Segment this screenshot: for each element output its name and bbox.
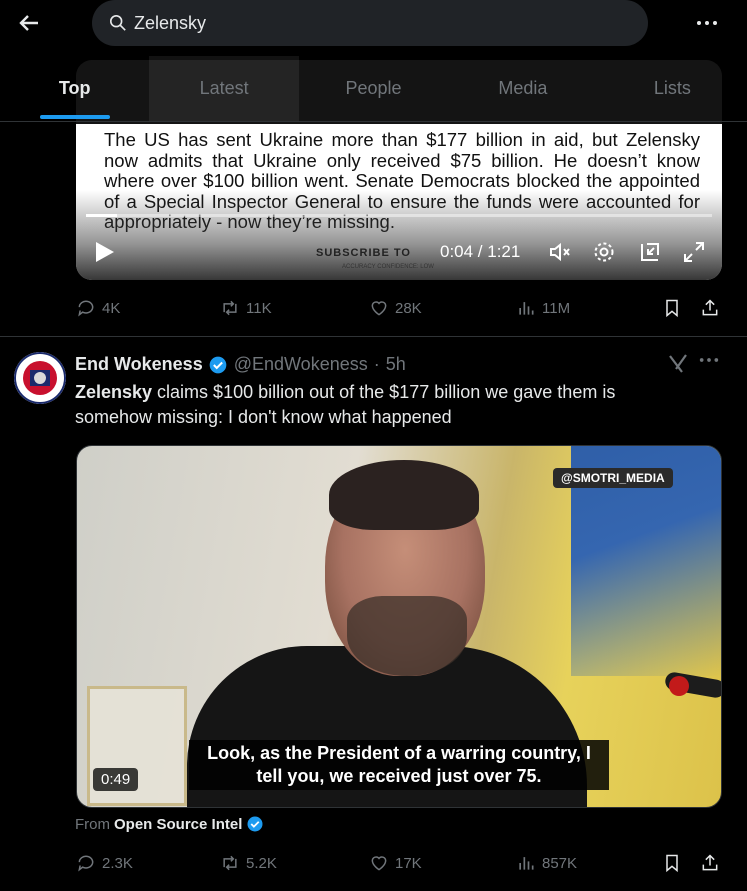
search-query-text: Zelensky: [134, 12, 207, 33]
tab-media-label: Media: [498, 78, 548, 98]
microphone-tip: [669, 676, 689, 696]
tab-lists-label: Lists: [653, 78, 691, 98]
bookmark-button[interactable]: [662, 298, 682, 318]
views-button[interactable]: 857K: [516, 853, 577, 873]
tweet-time[interactable]: 5h: [386, 354, 406, 375]
back-arrow-icon[interactable]: [14, 8, 44, 38]
video-confidence-text: ACCURACY CONFIDENCE: LOW: [342, 264, 434, 270]
tweet-divider: [0, 336, 747, 337]
bookmark-icon: [666, 299, 678, 318]
like-count: 17K: [395, 854, 422, 872]
verified-badge-icon: [209, 356, 227, 373]
active-tab-indicator: [39, 115, 110, 119]
avatar[interactable]: [14, 352, 66, 404]
reply-count: 2.3K: [102, 854, 133, 872]
video-watermark: @SMOTRI_MEDIA: [553, 468, 673, 488]
source-account-link[interactable]: Open Source Intel: [114, 816, 242, 833]
fullscreen-icon[interactable]: [682, 240, 706, 264]
reply-icon: [78, 300, 94, 317]
author-name[interactable]: End Wokeness: [75, 354, 203, 375]
reply-icon: [78, 855, 94, 872]
from-label: From: [75, 815, 110, 833]
tweet2-video[interactable]: @SMOTRI_MEDIA Look, as the President of …: [76, 445, 722, 808]
search-header: Zelensky Top Latest People Media Lists: [0, 0, 747, 124]
grok-icon[interactable]: [666, 352, 690, 376]
settings-gear-icon[interactable]: [592, 240, 616, 264]
more-options-icon[interactable]: [690, 8, 724, 38]
tweet-text-highlight: Zelensky: [75, 382, 153, 402]
views-button[interactable]: 11M: [516, 298, 570, 318]
person-beard: [347, 596, 467, 676]
tab-people-label: People: [345, 78, 402, 98]
author-handle[interactable]: @EndWokeness: [234, 354, 368, 375]
heart-icon: [371, 856, 387, 871]
tab-media[interactable]: Media: [448, 56, 597, 121]
views-count: 857K: [542, 854, 578, 872]
tab-latest-label: Latest: [199, 78, 249, 98]
tab-latest[interactable]: Latest: [149, 56, 299, 121]
reply-button[interactable]: 4K: [76, 298, 120, 318]
tweet-text-body: claims $100 billion out of the $177 bill…: [75, 382, 616, 427]
video-duration: 0:49: [93, 768, 139, 791]
share-icon: [702, 299, 718, 316]
repost-icon: [223, 300, 237, 316]
tab-top-label: Top: [58, 78, 91, 98]
reply-button[interactable]: 2.3K: [76, 853, 133, 873]
repost-count: 5.2K: [246, 854, 277, 872]
video-subtitle: Look, as the President of a warring coun…: [189, 740, 609, 790]
search-tabs: Top Latest People Media Lists: [0, 56, 747, 122]
tab-people[interactable]: People: [299, 56, 448, 121]
views-count: 11M: [542, 299, 571, 317]
share-icon: [702, 854, 718, 871]
repost-count: 11K: [246, 299, 272, 317]
views-chart-icon: [519, 302, 534, 315]
like-button[interactable]: 28K: [369, 298, 422, 318]
repost-button[interactable]: 5.2K: [220, 853, 277, 873]
separator-dot: ·: [373, 354, 380, 374]
bookmark-button[interactable]: [662, 853, 682, 873]
video-progress-bar[interactable]: [86, 214, 712, 217]
tweet1-actions: 4K 11K 28K 11M: [76, 293, 726, 323]
tweet2-header: End Wokeness @EndWokeness · 5h: [75, 354, 406, 375]
search-input[interactable]: Zelensky: [92, 0, 648, 46]
bookmark-icon: [666, 854, 678, 873]
search-icon: [108, 13, 128, 33]
more-options-icon[interactable]: [698, 352, 724, 376]
repost-button[interactable]: 11K: [220, 298, 272, 318]
like-button[interactable]: 17K: [369, 853, 422, 873]
share-button[interactable]: [700, 298, 720, 318]
reply-count: 4K: [102, 299, 121, 317]
heart-icon: [371, 301, 387, 316]
tab-top[interactable]: Top: [0, 56, 149, 121]
tab-lists[interactable]: Lists: [598, 56, 747, 121]
share-button[interactable]: [700, 853, 720, 873]
verified-badge-icon: [247, 816, 263, 832]
play-icon[interactable]: [94, 240, 116, 264]
like-count: 28K: [395, 299, 422, 317]
video-subscribe-text: SUBSCRIBE TO: [316, 247, 411, 259]
views-chart-icon: [519, 857, 534, 870]
mute-icon[interactable]: [548, 240, 572, 264]
video-time: 0:04 / 1:21: [440, 242, 521, 261]
video-source: From Open Source Intel: [75, 815, 264, 833]
tweet-text: Zelensky claims $100 billion out of the …: [75, 380, 695, 430]
picture-in-picture-icon[interactable]: [638, 240, 662, 264]
repost-icon: [223, 855, 237, 871]
person-hair: [329, 460, 479, 530]
tweet2-actions: 2.3K 5.2K 17K 857K: [76, 848, 726, 878]
